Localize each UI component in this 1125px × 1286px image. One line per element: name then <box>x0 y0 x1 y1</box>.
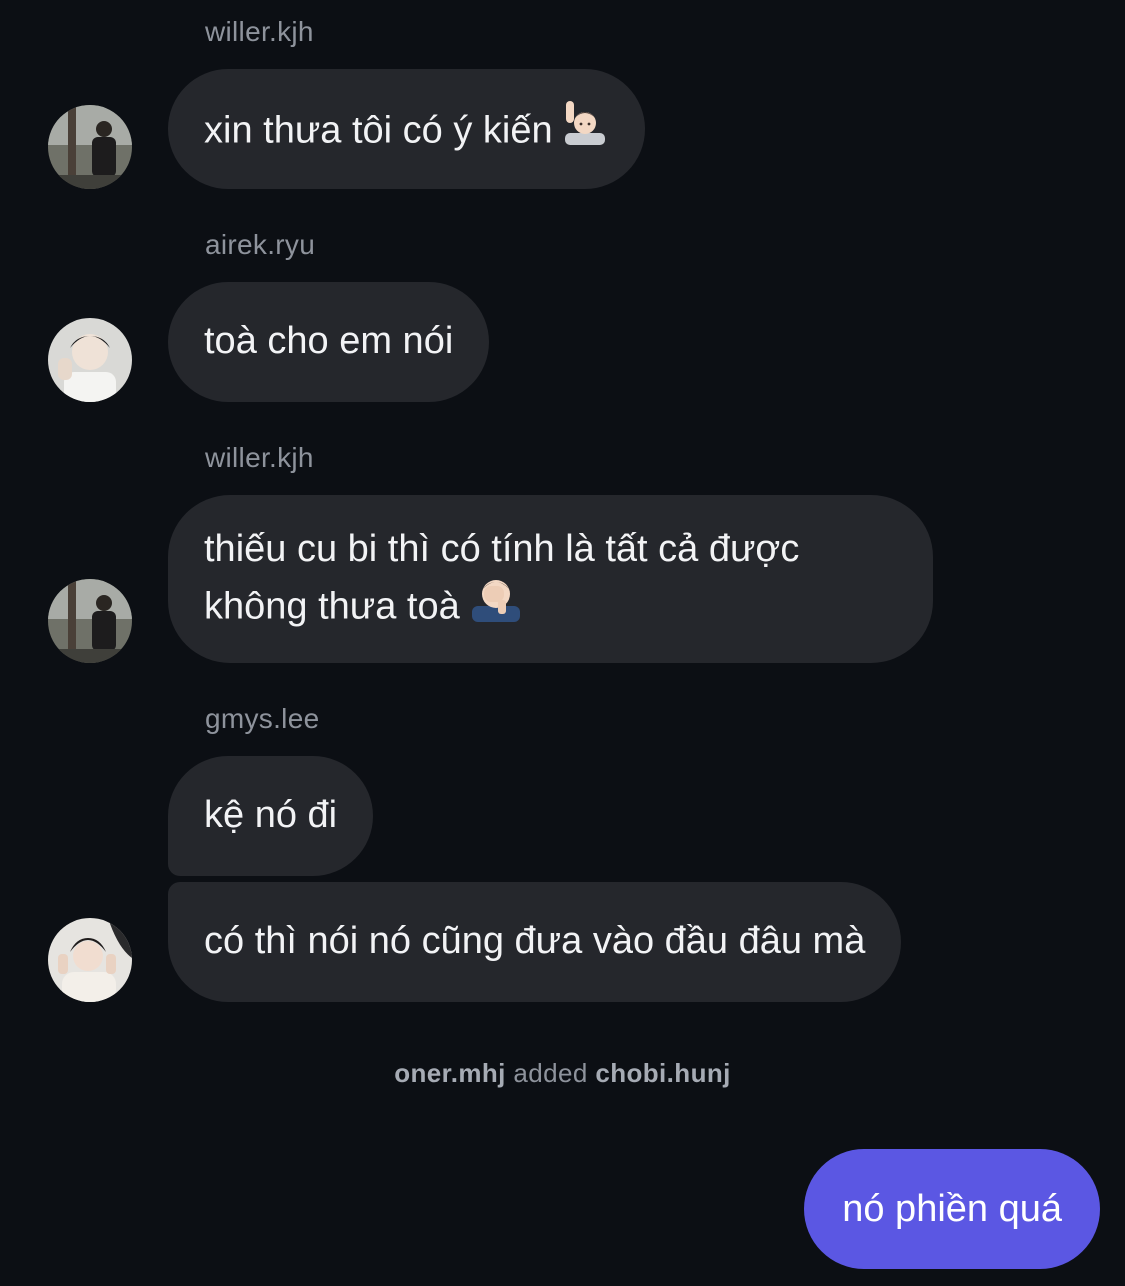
own-message-text: nó phiền quá <box>842 1188 1062 1230</box>
message-text: có thì nói nó cũng đưa vào đầu đâu mà <box>204 920 866 962</box>
system-event-actor[interactable]: oner.mhj <box>394 1058 506 1088</box>
chat-thread: willer.kjh xin thưa tôi có ý kiến airek.… <box>0 0 1125 1286</box>
sender-name[interactable]: willer.kjh <box>205 442 314 474</box>
message-bubble[interactable]: xin thưa tôi có ý kiến <box>168 69 645 189</box>
own-message-bubble[interactable]: nó phiền quá <box>804 1149 1100 1269</box>
system-event-verb: added <box>513 1058 588 1088</box>
system-event-target[interactable]: chobi.hunj <box>595 1058 730 1088</box>
message-bubble[interactable]: có thì nói nó cũng đưa vào đầu đâu mà <box>168 882 902 1002</box>
sender-name[interactable]: willer.kjh <box>205 16 314 48</box>
message-bubble[interactable]: kệ nó đi <box>168 756 374 876</box>
message-text: xin thưa tôi có ý kiến <box>204 109 553 152</box>
message-text: toà cho em nói <box>204 320 454 362</box>
avatar-willer[interactable] <box>48 105 132 189</box>
system-event: oner.mhj added chobi.hunj <box>0 1058 1125 1089</box>
avatar-airek[interactable] <box>48 318 132 402</box>
message-bubble[interactable]: toà cho em nói <box>168 282 490 402</box>
sender-name[interactable]: gmys.lee <box>205 703 319 735</box>
avatar-willer[interactable] <box>48 579 132 663</box>
message-bubble[interactable]: thiếu cu bi thì có tính là tất cả được k… <box>168 495 933 663</box>
sender-name[interactable]: airek.ryu <box>205 229 315 261</box>
raising-hand-icon <box>561 97 609 160</box>
facepalm-icon <box>468 572 524 637</box>
message-text: kệ nó đi <box>204 794 338 836</box>
avatar-gmys[interactable] <box>48 918 132 1002</box>
